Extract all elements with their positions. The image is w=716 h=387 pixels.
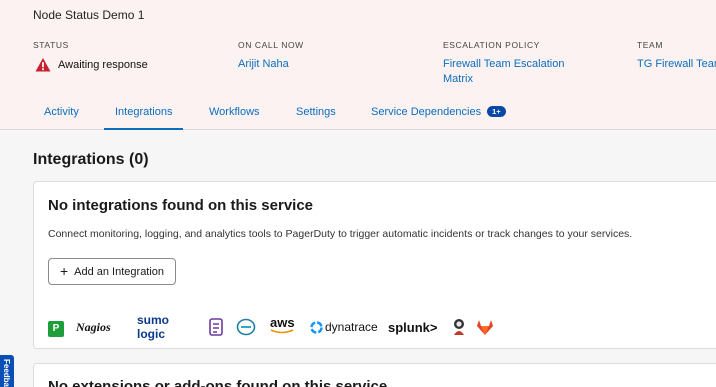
plus-icon: +: [59, 263, 69, 279]
status-label: STATUS: [33, 40, 69, 50]
extensions-empty-title: No extensions or add-ons found on this s…: [48, 378, 388, 387]
vendor-badge-icon: [452, 317, 466, 337]
prometheus-icon: [208, 317, 224, 337]
add-integration-button[interactable]: + Add an Integration: [48, 258, 176, 285]
warning-icon: [35, 58, 51, 72]
splunk-logo: splunk>: [388, 319, 438, 335]
add-integration-label: Add an Integration: [74, 265, 165, 278]
escalation-policy-label: ESCALATION POLICY: [443, 40, 540, 50]
dynatrace-logo: dynatrace: [310, 317, 378, 337]
on-call-user-link[interactable]: Arijit Naha: [238, 57, 289, 72]
service-name: Node Status Demo 1: [33, 8, 145, 22]
on-call-label: ON CALL NOW: [238, 40, 304, 50]
integrations-empty-card: No integrations found on this service Co…: [33, 181, 716, 349]
tab-settings[interactable]: Settings: [296, 106, 336, 130]
integrations-content: Integrations (0) No integrations found o…: [0, 131, 716, 387]
team-label: TEAM: [637, 40, 664, 50]
service-header: Node Status Demo 1 STATUS Awaiting respo…: [0, 0, 716, 130]
tab-service-dependencies[interactable]: Service Dependencies 1+: [371, 106, 506, 130]
status-value: Awaiting response: [35, 57, 148, 73]
tab-integrations[interactable]: Integrations: [104, 106, 184, 130]
aws-logo: aws: [270, 316, 295, 337]
gitlab-icon: [476, 317, 494, 337]
nagios-logo: Nagios: [76, 319, 111, 334]
elastic-icon: [236, 317, 256, 337]
sumo-logic-logo: sumo logic: [137, 313, 170, 341]
escalation-policy-line1: Firewall Team Escalation: [443, 58, 565, 70]
extensions-empty-card: No extensions or add-ons found on this s…: [33, 363, 716, 387]
feedback-label: Feedback: [2, 359, 11, 387]
tab-workflows[interactable]: Workflows: [209, 106, 260, 130]
team-link[interactable]: TG Firewall Team: [637, 57, 716, 72]
status-text: Awaiting response: [58, 58, 148, 71]
tab-activity[interactable]: Activity: [44, 106, 79, 130]
empty-state-description: Connect monitoring, logging, and analyti…: [48, 228, 633, 240]
escalation-policy-line2: Matrix: [443, 73, 473, 85]
pagerduty-logo: P: [48, 319, 64, 339]
escalation-policy-link[interactable]: Firewall Team Escalation Matrix: [443, 57, 564, 87]
dependencies-count-badge: 1+: [487, 106, 506, 117]
empty-state-title: No integrations found on this service: [48, 197, 314, 214]
tab-service-dependencies-label: Service Dependencies: [371, 106, 482, 118]
feedback-tab[interactable]: Feedback: [0, 355, 14, 387]
integrations-heading: Integrations (0): [33, 151, 149, 168]
service-tabs: Activity Integrations Workflows Settings…: [0, 98, 716, 130]
